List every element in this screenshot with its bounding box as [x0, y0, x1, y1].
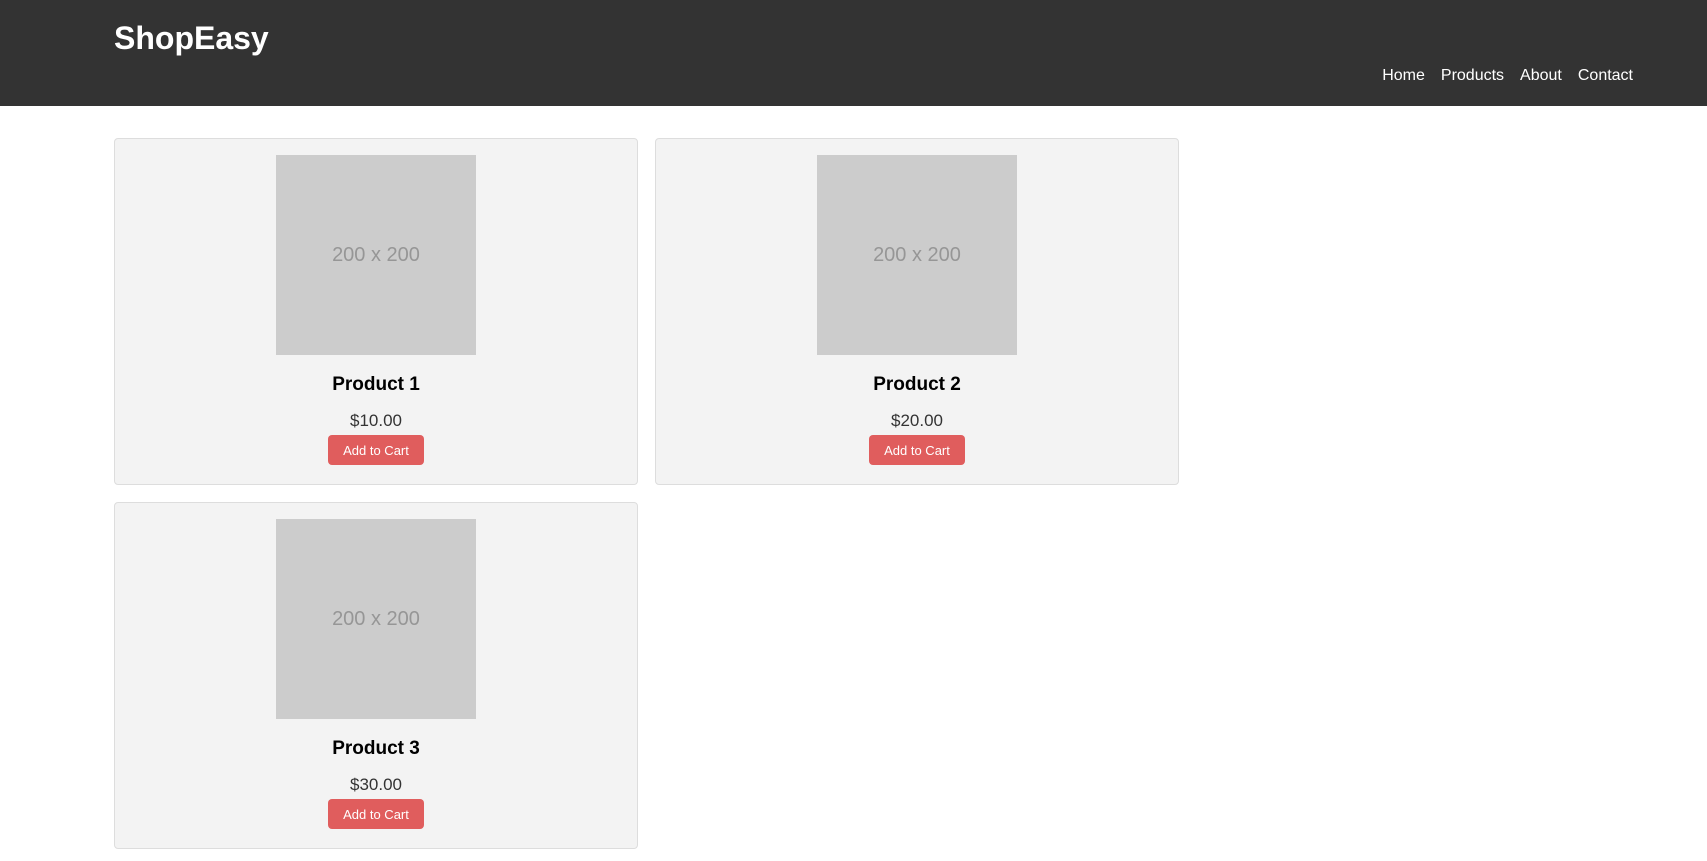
- nav-link-home[interactable]: Home: [1382, 66, 1425, 86]
- add-to-cart-button[interactable]: Add to Cart: [328, 435, 424, 465]
- nav-link-products[interactable]: Products: [1441, 66, 1504, 86]
- add-to-cart-button[interactable]: Add to Cart: [869, 435, 965, 465]
- nav-link-contact[interactable]: Contact: [1578, 66, 1633, 86]
- product-grid: 200 x 200 Product 1 $10.00 Add to Cart 2…: [114, 138, 1180, 849]
- product-name: Product 1: [332, 374, 420, 395]
- nav-link-about[interactable]: About: [1520, 66, 1562, 86]
- site-header: ShopEasy Home Products About Contact: [0, 0, 1707, 106]
- product-image-placeholder: 200 x 200: [276, 519, 476, 719]
- product-name: Product 3: [332, 738, 420, 759]
- product-card: 200 x 200 Product 3 $30.00 Add to Cart: [114, 502, 638, 849]
- product-image-placeholder: 200 x 200: [276, 155, 476, 355]
- brand-logo[interactable]: ShopEasy: [114, 18, 269, 58]
- add-to-cart-button[interactable]: Add to Cart: [328, 799, 424, 829]
- product-card: 200 x 200 Product 1 $10.00 Add to Cart: [114, 138, 638, 485]
- main-nav: Home Products About Contact: [1382, 66, 1633, 86]
- product-price: $20.00: [891, 411, 943, 430]
- product-card: 200 x 200 Product 2 $20.00 Add to Cart: [655, 138, 1179, 485]
- product-price: $10.00: [350, 411, 402, 430]
- product-name: Product 2: [873, 374, 961, 395]
- product-price: $30.00: [350, 775, 402, 794]
- product-image-placeholder: 200 x 200: [817, 155, 1017, 355]
